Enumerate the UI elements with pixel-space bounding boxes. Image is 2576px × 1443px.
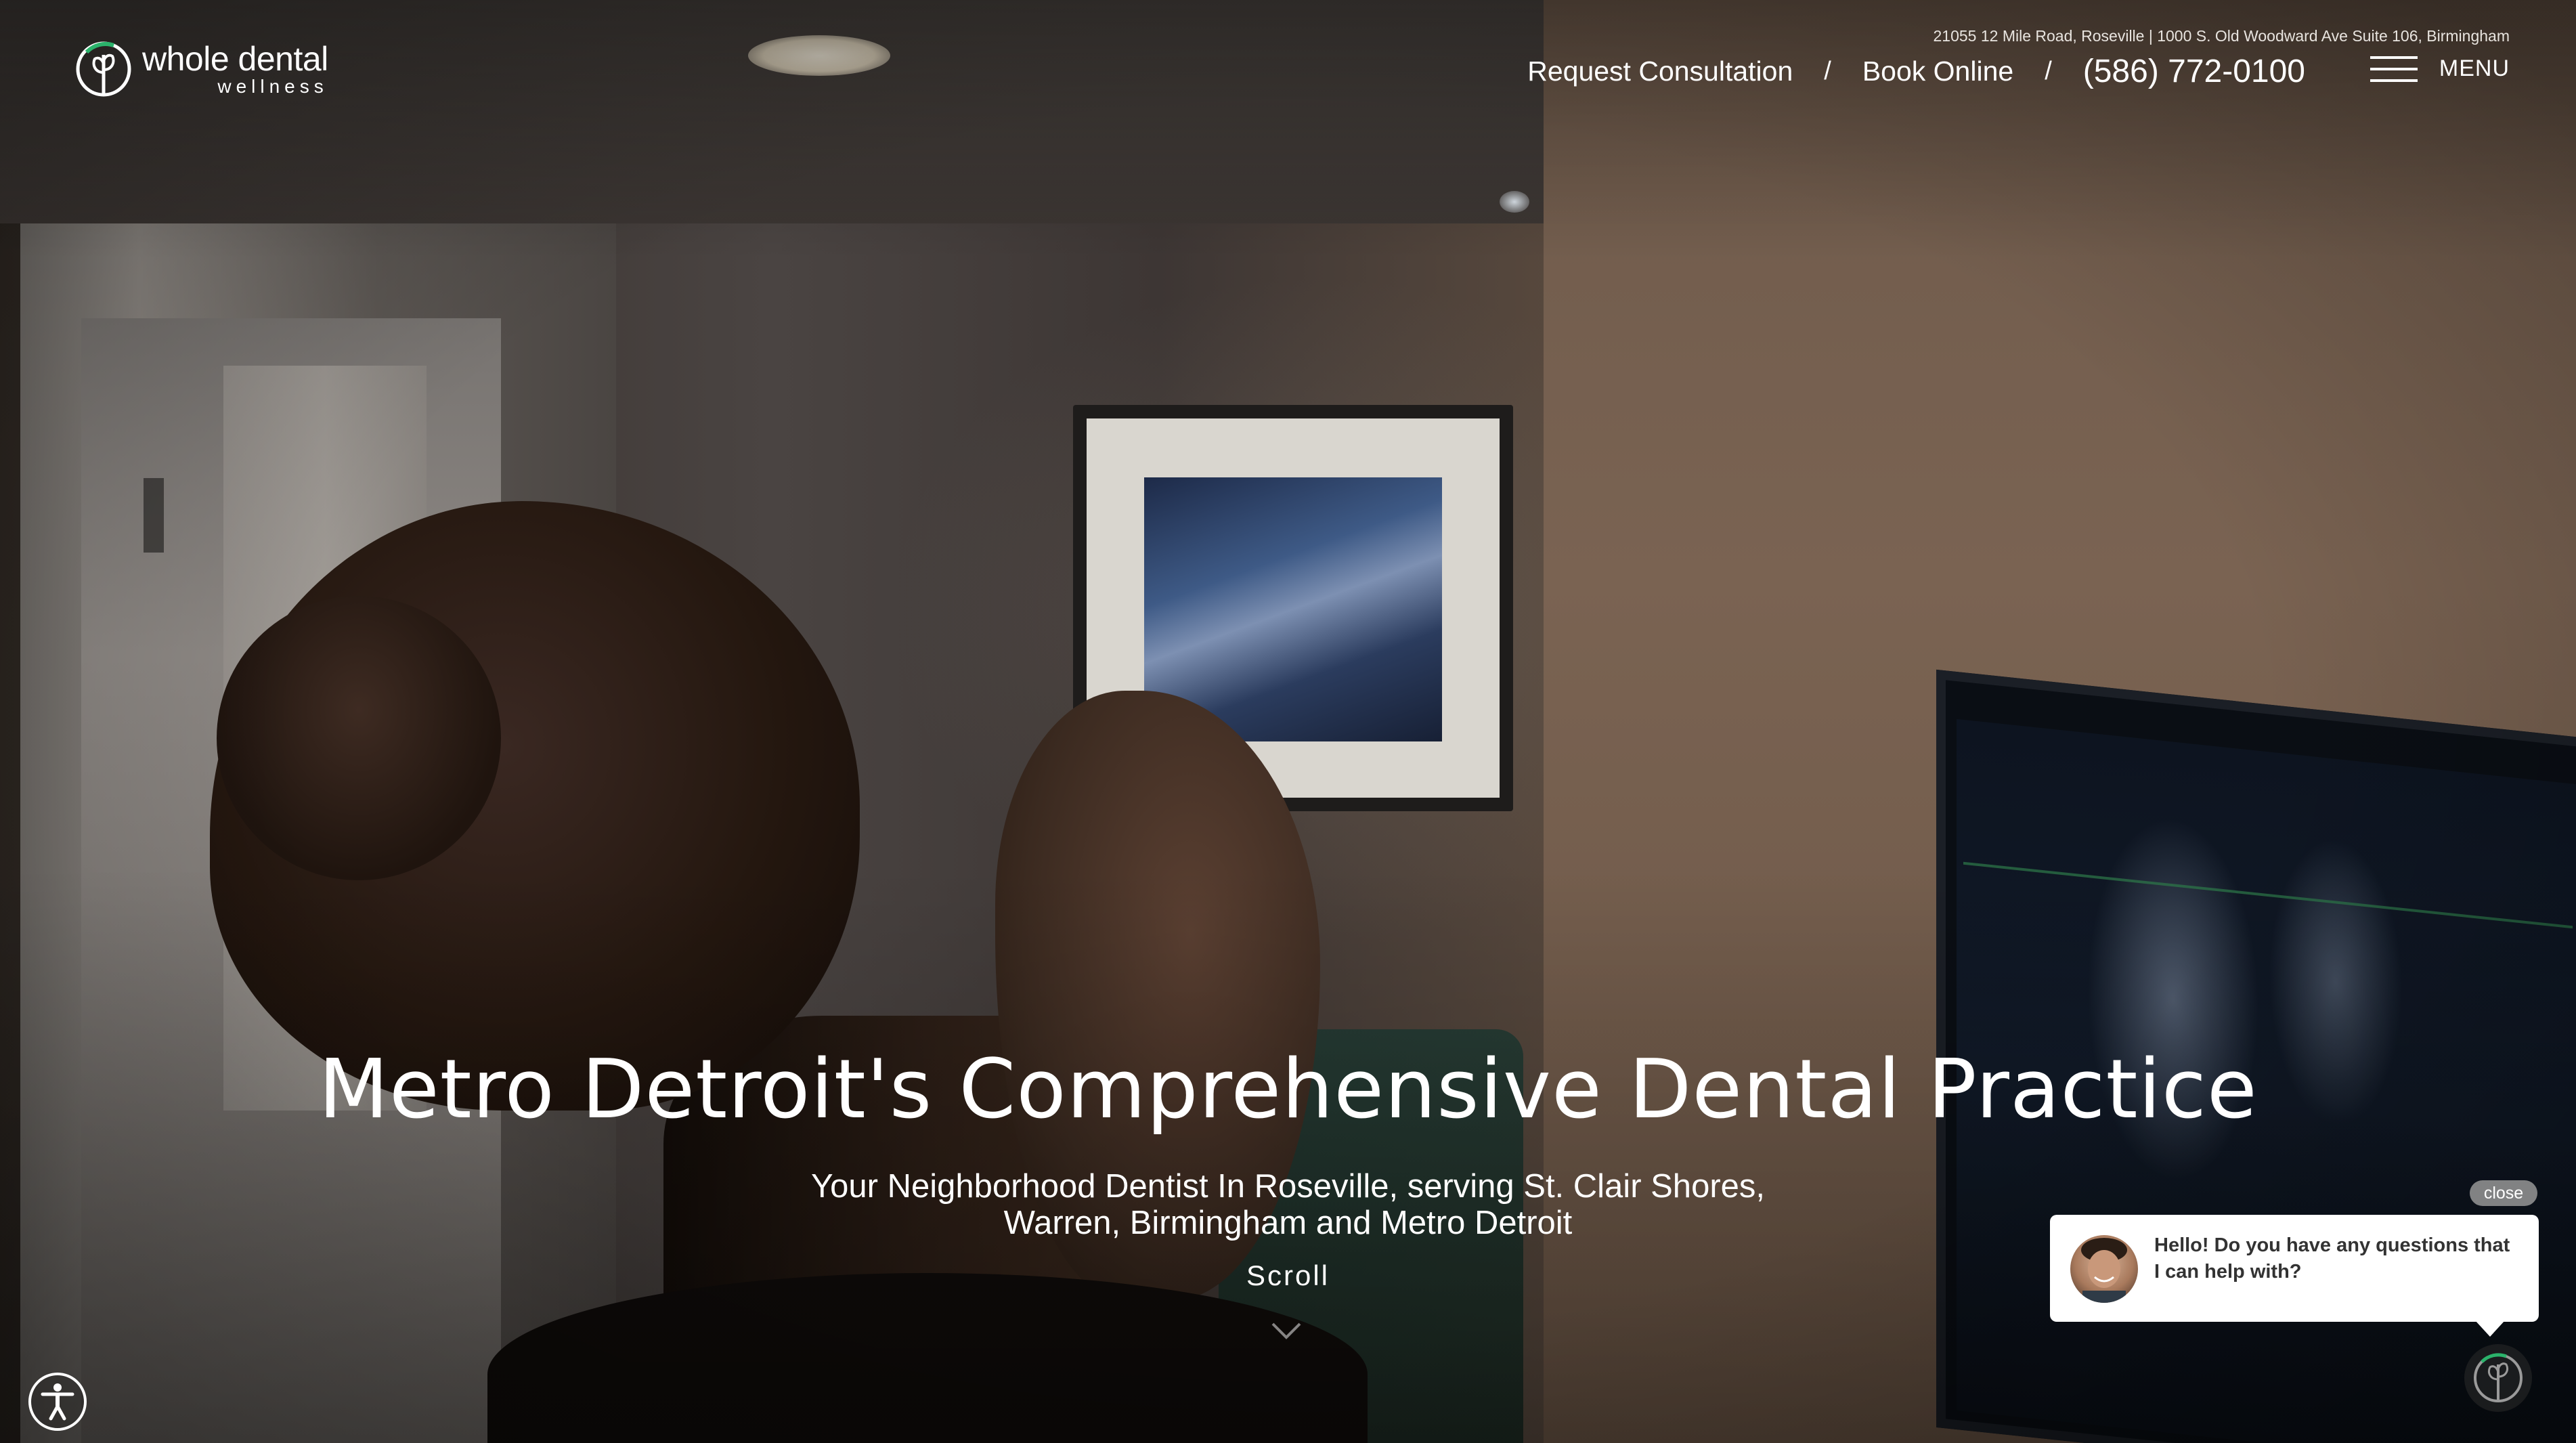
chat-greeting-bubble[interactable]: Hello! Do you have any questions that I … <box>2050 1215 2539 1337</box>
hamburger-icon <box>2370 56 2418 82</box>
hero-headline: Metro Detroit's Comprehensive Dental Pra… <box>318 1043 2258 1137</box>
chat-logo-icon[interactable] <box>2464 1344 2532 1412</box>
top-navigation: Request Consultation / Book Online / (58… <box>1527 53 2305 90</box>
site-logo[interactable]: whole dental wellness <box>74 35 328 103</box>
practice-addresses: 21055 12 Mile Road, Roseville | 1000 S. … <box>1933 27 2510 45</box>
chevron-down-icon[interactable] <box>1267 1310 1305 1348</box>
logo-icon <box>74 40 133 98</box>
logo-name: whole dental <box>142 40 328 78</box>
chat-close-button[interactable]: close <box>2470 1180 2537 1206</box>
hero-subheading-line: Warren, Birmingham and Metro Detroit <box>1003 1205 1573 1241</box>
hero-subheading-line: Your Neighborhood Dentist In Roseville, … <box>810 1168 1765 1205</box>
hero-subheading: Your Neighborhood Dentist In Roseville, … <box>745 1168 1831 1241</box>
nav-separator: / <box>1824 57 1831 85</box>
phone-link[interactable]: (586) 772-0100 <box>2083 53 2305 90</box>
accessibility-icon[interactable] <box>28 1373 87 1431</box>
avatar <box>2070 1235 2138 1303</box>
nav-separator: / <box>2045 57 2052 85</box>
chat-message: Hello! Do you have any questions that I … <box>2154 1234 2510 1283</box>
book-online-link[interactable]: Book Online <box>1862 56 2013 87</box>
request-consultation-link[interactable]: Request Consultation <box>1527 56 1793 87</box>
menu-button[interactable]: MENU <box>2370 56 2510 82</box>
menu-label: MENU <box>2439 56 2510 81</box>
logo-tagline: wellness <box>217 76 328 97</box>
